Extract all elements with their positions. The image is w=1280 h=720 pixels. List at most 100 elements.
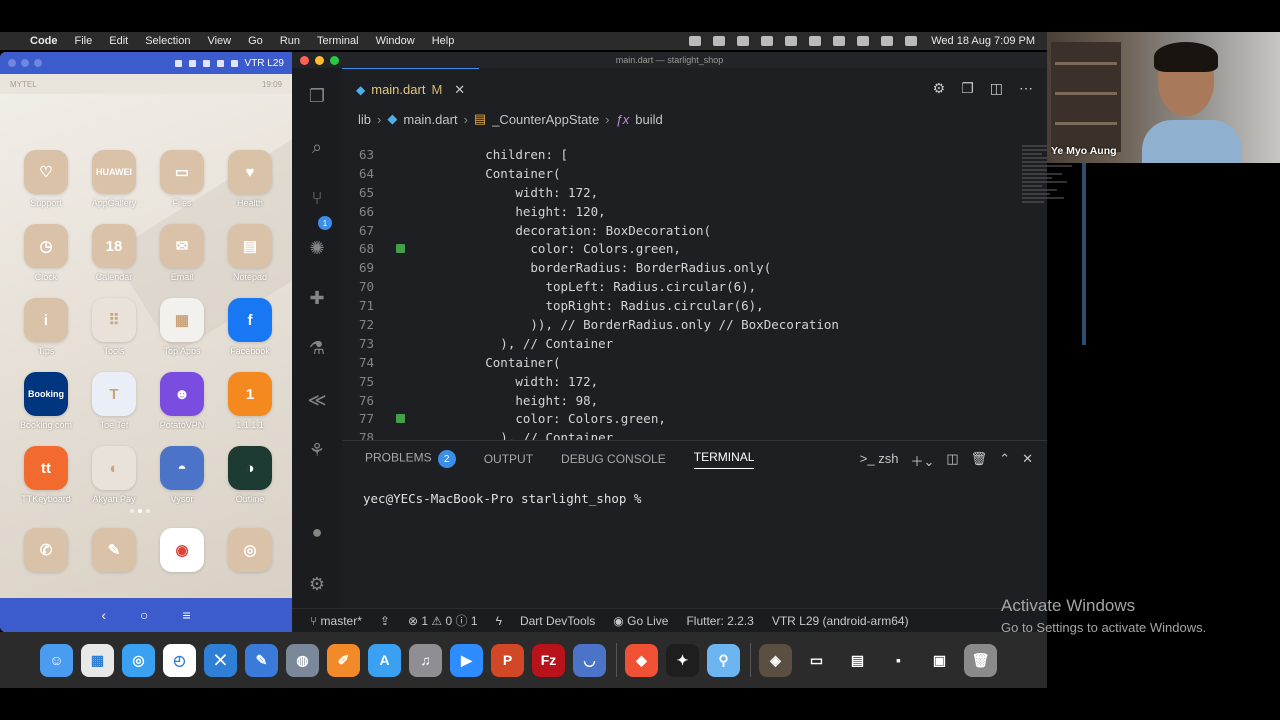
sync-icon[interactable]: ⇪ — [380, 614, 390, 628]
wifi-icon[interactable] — [833, 36, 846, 46]
search-icon[interactable] — [857, 36, 870, 46]
dock-app-icon[interactable]: ✐ — [327, 643, 360, 677]
dock-app-icon[interactable]: ▶ — [450, 643, 483, 677]
device-status[interactable]: VTR L29 (android-arm64) — [772, 614, 909, 628]
code-line[interactable]: 63 children: [ — [342, 145, 982, 164]
phone-app[interactable]: ▭ Files — [148, 150, 216, 208]
code-line[interactable]: 67 decoration: BoxDecoration( — [342, 221, 982, 240]
menu-help[interactable]: Help — [432, 35, 455, 47]
explorer-icon[interactable]: ❐ — [305, 84, 329, 108]
phone-dock-app[interactable]: ✆ — [12, 528, 80, 572]
bluetooth-icon[interactable] — [761, 36, 774, 46]
phone-app[interactable]: HUAWEI AppGallery — [80, 150, 148, 208]
dock-app-icon[interactable]: P — [491, 643, 524, 677]
headphones-icon[interactable] — [737, 36, 750, 46]
dock-app-icon[interactable]: ▦ — [81, 643, 114, 677]
close-tab-icon[interactable]: ✕ — [454, 82, 465, 98]
phone-dock-app[interactable]: ✎ — [80, 528, 148, 572]
flutter-version-status[interactable]: Flutter: 2.2.3 — [686, 614, 753, 628]
account-icon[interactable]: ● — [305, 520, 329, 544]
code-line[interactable]: 68 color: Colors.green, — [342, 239, 982, 258]
run-debug-icon[interactable]: ✺ — [305, 236, 329, 260]
code-line[interactable]: 65 width: 172, — [342, 183, 982, 202]
dock-app-icon[interactable]: ✎ — [245, 643, 278, 677]
phone-app[interactable]: ♥ Health — [216, 150, 284, 208]
tab-output[interactable]: OUTPUT — [484, 452, 533, 466]
cloud-icon[interactable] — [713, 36, 726, 46]
dock-app-icon[interactable]: ▤ — [841, 643, 874, 677]
menu-selection[interactable]: Selection — [145, 35, 190, 47]
open-changes-icon[interactable]: ❐ — [961, 80, 974, 97]
dock-app-icon[interactable]: ⨉ — [204, 643, 237, 677]
debug-gear-icon[interactable]: ⚙ — [933, 80, 946, 97]
home-icon[interactable]: ○ — [140, 607, 148, 623]
manage-gear-icon[interactable]: ⚙ — [305, 572, 329, 596]
menu-file[interactable]: File — [75, 35, 93, 47]
code-editor[interactable]: 63 children: [64 Container(65 width: 172… — [342, 145, 982, 450]
dock-app-icon[interactable]: ◈ — [759, 643, 792, 677]
dock-app-icon[interactable]: ◍ — [286, 643, 319, 677]
split-terminal-icon[interactable]: ◫ — [946, 451, 958, 470]
dock-app-icon[interactable]: Fz — [532, 643, 565, 677]
dock-app-icon[interactable]: A — [368, 643, 401, 677]
phone-app[interactable]: tt TTKeyboard — [12, 446, 80, 504]
menu-app-name[interactable]: Code — [30, 35, 58, 47]
menu-view[interactable]: View — [207, 35, 231, 47]
menu-run[interactable]: Run — [280, 35, 300, 47]
terminal-output[interactable]: yec@YECs-MacBook-Pro starlight_shop % — [342, 477, 1047, 520]
dock-app-icon[interactable]: ◡ — [573, 643, 606, 677]
tab-main-dart[interactable]: ◆ main.dart M ✕ — [342, 68, 480, 110]
code-line[interactable]: 69 borderRadius: BorderRadius.only( — [342, 258, 982, 277]
phone-app[interactable]: ◓ Vysor — [148, 446, 216, 504]
dock-app-icon[interactable]: ♫ — [409, 643, 442, 677]
testing-icon[interactable]: ⚗ — [305, 336, 329, 360]
phone-dock-app[interactable]: ◎ — [216, 528, 284, 572]
code-line[interactable]: 72 )), // BorderRadius.only // BoxDecora… — [342, 315, 982, 334]
dock-app-icon[interactable]: ◆ — [625, 643, 658, 677]
breadcrumb-class[interactable]: _CounterAppState — [492, 112, 599, 127]
dock-app-icon[interactable]: ◎ — [122, 643, 155, 677]
trash-icon[interactable]: 🗑 — [971, 451, 988, 470]
phone-app[interactable]: ⠿ Tools — [80, 298, 148, 356]
problems-status[interactable]: ⊗ 1 ⚠ 0 ⓘ 1 — [408, 612, 478, 629]
keyboard-icon[interactable] — [809, 36, 822, 46]
phone-app[interactable]: Booking Booking.com — [12, 372, 80, 430]
code-line[interactable]: 66 height: 120, — [342, 202, 982, 221]
phone-app[interactable]: ▤ Notepad — [216, 224, 284, 282]
dart-devtools-status[interactable]: Dart DevTools — [520, 614, 595, 628]
code-line[interactable]: 75 width: 172, — [342, 372, 982, 391]
audio-icon[interactable] — [202, 59, 210, 67]
terminal-shell-selector[interactable]: >_ zsh — [860, 451, 899, 470]
phone-app[interactable]: ◷ Clock — [12, 224, 80, 282]
recents-icon[interactable]: ≡ — [182, 607, 190, 623]
maximize-panel-icon[interactable]: ⌃ — [999, 451, 1010, 470]
code-line[interactable]: 73 ), // Container — [342, 334, 982, 353]
more-actions-icon[interactable]: ⋯ — [1019, 80, 1033, 97]
dock-app-icon[interactable]: ⚲ — [707, 643, 740, 677]
code-line[interactable]: 64 Container( — [342, 164, 982, 183]
phone-app[interactable]: f Facebook — [216, 298, 284, 356]
tab-terminal[interactable]: TERMINAL — [693, 450, 755, 469]
phone-app[interactable]: ☻ PotatoVPN — [148, 372, 216, 430]
settings-icon[interactable] — [230, 59, 238, 67]
phone-app[interactable]: ◑ Outline — [216, 446, 284, 504]
battery-icon[interactable] — [785, 36, 798, 46]
code-line[interactable]: 71 topRight: Radius.circular(6), — [342, 296, 982, 315]
fullscreen-icon[interactable] — [216, 59, 224, 67]
menu-clock[interactable]: Wed 18 Aug 7:09 PM — [931, 35, 1035, 47]
menu-window[interactable]: Window — [376, 35, 415, 47]
dock-app-icon[interactable]: ☺ — [40, 643, 73, 677]
record-icon[interactable] — [188, 59, 196, 67]
tab-problems[interactable]: PROBLEMS 2 — [365, 450, 456, 468]
camera-icon[interactable] — [174, 59, 182, 67]
control-center-icon[interactable] — [881, 36, 894, 46]
branch-status[interactable]: ⑂ master* — [310, 614, 362, 628]
breadcrumb-method[interactable]: build — [635, 112, 662, 127]
phone-dock-app[interactable]: ◉ — [148, 528, 216, 572]
live-share-icon[interactable]: ⚘ — [305, 438, 329, 462]
code-line[interactable]: 74 Container( — [342, 353, 982, 372]
dock-app-icon[interactable]: 🗑 — [964, 643, 997, 677]
dock-app-icon[interactable]: ▣ — [923, 643, 956, 677]
menu-edit[interactable]: Edit — [109, 35, 128, 47]
siri-icon[interactable] — [905, 36, 918, 46]
